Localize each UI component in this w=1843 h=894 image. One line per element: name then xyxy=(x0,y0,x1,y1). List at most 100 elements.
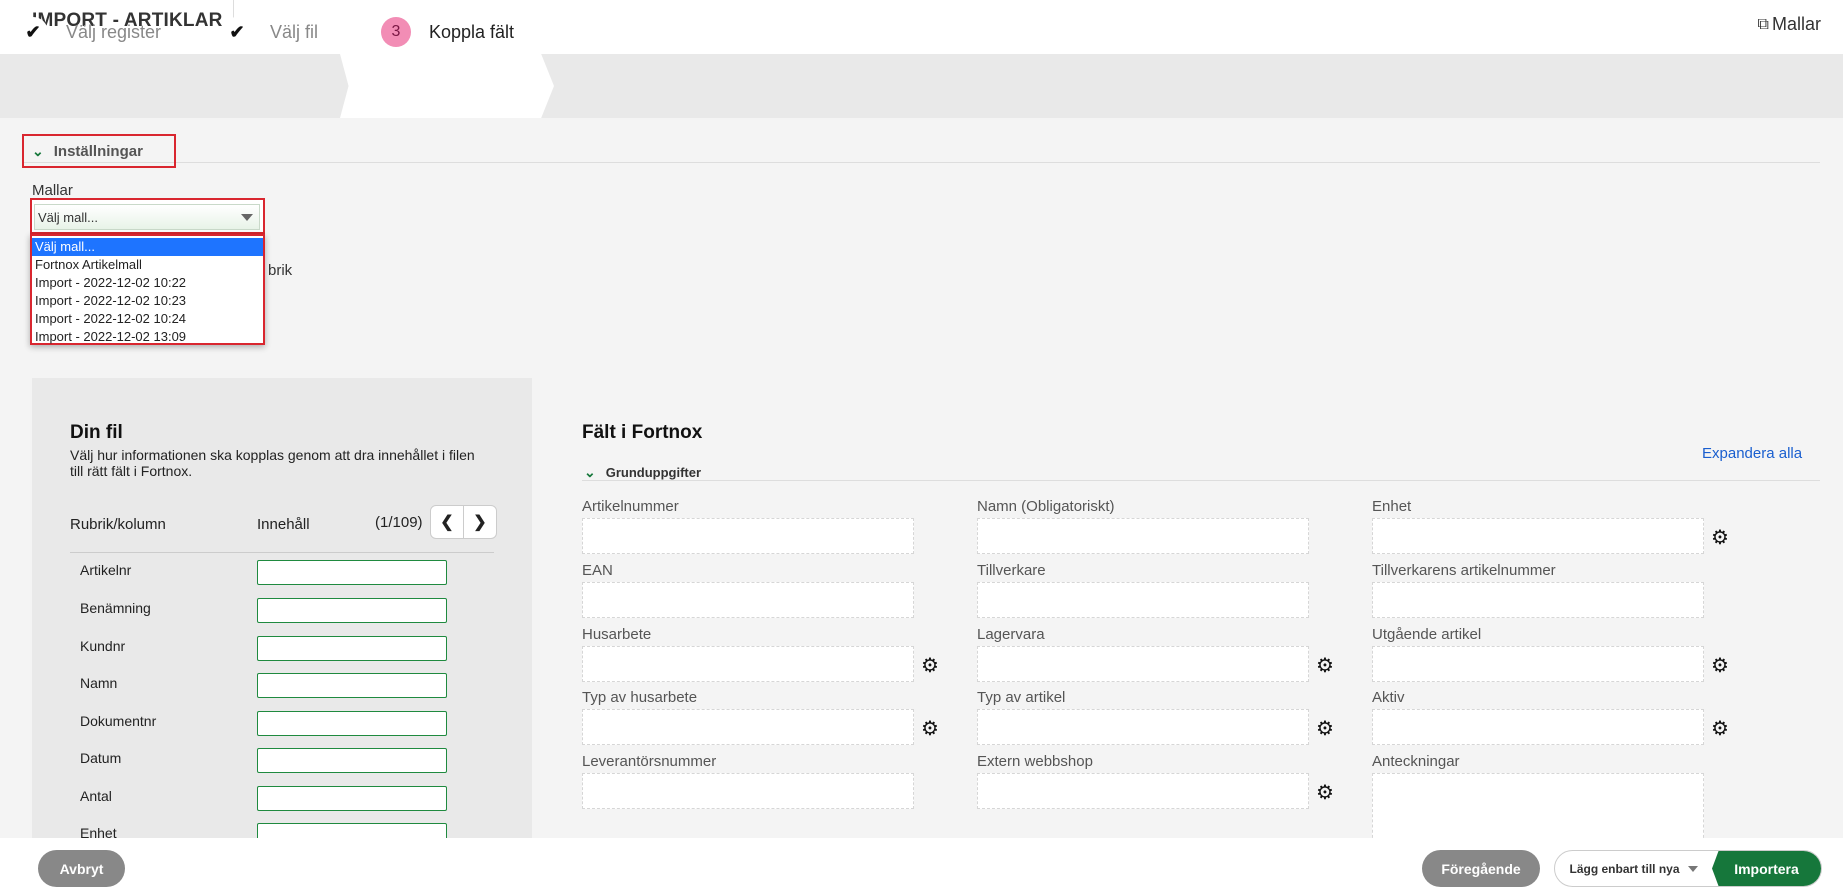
settings-toggle[interactable]: ⌄ Inställningar xyxy=(22,134,176,168)
file-row-label: Kundnr xyxy=(80,638,126,654)
gear-icon[interactable]: ⚙ xyxy=(1711,525,1729,550)
templates-link-label: Mallar xyxy=(1771,14,1821,34)
file-row-label: Benämning xyxy=(80,600,151,616)
column-header-rubrik: Rubrik/kolumn xyxy=(70,516,166,533)
field-label: Aktiv xyxy=(1372,689,1405,706)
fortnox-fields-title: Fält i Fortnox xyxy=(582,422,703,443)
field-dropzone[interactable] xyxy=(1372,773,1704,843)
page-counter: (1/109) xyxy=(375,514,423,531)
field-label: Lagervara xyxy=(977,626,1045,643)
file-row-label: Datum xyxy=(80,750,122,766)
field-label: Tillverkare xyxy=(977,562,1046,579)
import-mode-label: Lägg enbart till nya xyxy=(1569,861,1680,876)
dropdown-option[interactable]: Fortnox Artikelmall xyxy=(32,256,263,274)
file-row-content[interactable] xyxy=(257,786,447,811)
file-row-label: Antal xyxy=(80,788,112,804)
divider xyxy=(22,162,1820,163)
field-label: Anteckningar xyxy=(1372,753,1460,770)
caret-down-icon xyxy=(1687,865,1698,872)
step-label: Koppla fält xyxy=(429,21,515,42)
step-choose-register[interactable]: ✔ Välj register xyxy=(18,0,161,64)
gear-icon[interactable]: ⚙ xyxy=(921,716,939,741)
import-split-button: Lägg enbart till nya Importera xyxy=(1554,850,1822,887)
file-row-label: Artikelnr xyxy=(80,562,132,578)
field-label: Namn (Obligatoriskt) xyxy=(977,498,1115,515)
file-row-content[interactable] xyxy=(257,748,447,773)
field-label: Husarbete xyxy=(582,626,652,643)
field-dropzone[interactable] xyxy=(977,773,1309,809)
field-dropzone[interactable] xyxy=(582,518,914,554)
file-row-label: Namn xyxy=(80,675,118,691)
file-row-label: Dokumentnr xyxy=(80,713,157,729)
expand-all-link[interactable]: Expandera alla xyxy=(1702,445,1802,462)
file-row-content[interactable] xyxy=(257,673,447,698)
field-dropzone[interactable] xyxy=(582,709,914,745)
field-label: Typ av artikel xyxy=(977,689,1066,706)
cancel-button[interactable]: Avbryt xyxy=(38,850,125,887)
next-page-button[interactable]: ❯ xyxy=(463,505,497,539)
chevron-down-icon: ⌄ xyxy=(32,142,44,159)
file-row-content[interactable] xyxy=(257,636,447,661)
dropdown-option[interactable]: Import - 2022-12-02 10:23 xyxy=(32,292,263,310)
field-label: Typ av husarbete xyxy=(582,689,698,706)
step-label: Välj fil xyxy=(270,21,319,42)
gear-icon[interactable]: ⚙ xyxy=(1316,780,1334,805)
templates-link[interactable]: ⧉ Mallar xyxy=(1758,14,1821,35)
divider xyxy=(582,480,1820,481)
dropdown-option[interactable]: Import - 2022-12-02 10:22 xyxy=(32,274,263,292)
file-row-content[interactable] xyxy=(257,560,447,585)
field-dropzone[interactable] xyxy=(977,709,1309,745)
copy-icon: ⧉ xyxy=(1757,15,1769,33)
step-choose-file[interactable]: ✔ Välj fil xyxy=(222,0,318,64)
checkmark-icon: ✔ xyxy=(222,17,252,47)
field-label: EAN xyxy=(582,562,613,579)
field-dropzone[interactable] xyxy=(582,582,914,618)
field-label: Artikelnummer xyxy=(582,498,679,515)
import-button[interactable]: Importera xyxy=(1712,851,1821,886)
field-dropzone[interactable] xyxy=(977,646,1309,682)
template-dropdown: Välj mall... Fortnox Artikelmall Import … xyxy=(30,234,265,345)
gear-icon[interactable]: ⚙ xyxy=(1711,716,1729,741)
field-label: Extern webbshop xyxy=(977,753,1093,770)
obscured-label: brik xyxy=(268,262,293,279)
your-file-description: Välj hur informationen ska kopplas genom… xyxy=(70,447,475,479)
dropdown-option[interactable]: Välj mall... xyxy=(32,238,263,256)
settings-heading: Inställningar xyxy=(53,142,143,160)
checkmark-icon: ✔ xyxy=(18,17,48,47)
gear-icon[interactable]: ⚙ xyxy=(921,653,939,678)
field-label: Enhet xyxy=(1372,498,1412,515)
divider xyxy=(70,552,494,553)
chevron-left-icon: ❮ xyxy=(440,514,454,531)
template-select[interactable]: Välj mall... xyxy=(34,204,260,230)
import-mode-select[interactable]: Lägg enbart till nya xyxy=(1555,851,1712,886)
previous-page-button[interactable]: ❮ xyxy=(430,505,464,539)
step-map-fields[interactable]: 3 Koppla fält xyxy=(381,0,514,64)
chevron-right-icon: ❯ xyxy=(473,514,487,531)
gear-icon[interactable]: ⚙ xyxy=(1711,653,1729,678)
file-row-content[interactable] xyxy=(257,711,447,736)
field-label: Utgående artikel xyxy=(1372,626,1482,643)
dropdown-option[interactable]: Import - 2022-12-02 10:24 xyxy=(32,310,263,328)
field-dropzone[interactable] xyxy=(977,582,1309,618)
field-dropzone[interactable] xyxy=(1372,582,1704,618)
caret-down-icon xyxy=(241,214,253,221)
field-dropzone[interactable] xyxy=(1372,518,1704,554)
field-dropzone[interactable] xyxy=(1372,709,1704,745)
group-heading: Grunduppgifter xyxy=(605,465,702,480)
dropdown-option[interactable]: Import - 2022-12-02 13:09 xyxy=(32,328,263,346)
field-dropzone[interactable] xyxy=(582,773,914,809)
your-file-title: Din fil xyxy=(70,422,123,443)
gear-icon[interactable]: ⚙ xyxy=(1316,716,1334,741)
group-toggle-grunduppgifter[interactable]: ⌄ Grunduppgifter xyxy=(584,464,701,481)
field-dropzone[interactable] xyxy=(977,518,1309,554)
field-dropzone[interactable] xyxy=(582,646,914,682)
field-dropzone[interactable] xyxy=(1372,646,1704,682)
step-number: 3 xyxy=(381,17,411,47)
file-row-content[interactable] xyxy=(257,598,447,623)
previous-button[interactable]: Föregående xyxy=(1422,850,1540,887)
gear-icon[interactable]: ⚙ xyxy=(1316,653,1334,678)
field-label: Leverantörsnummer xyxy=(582,753,717,770)
field-label: Tillverkarens artikelnummer xyxy=(1372,562,1556,579)
step-label: Välj register xyxy=(66,21,162,42)
templates-label: Mallar xyxy=(32,182,73,199)
